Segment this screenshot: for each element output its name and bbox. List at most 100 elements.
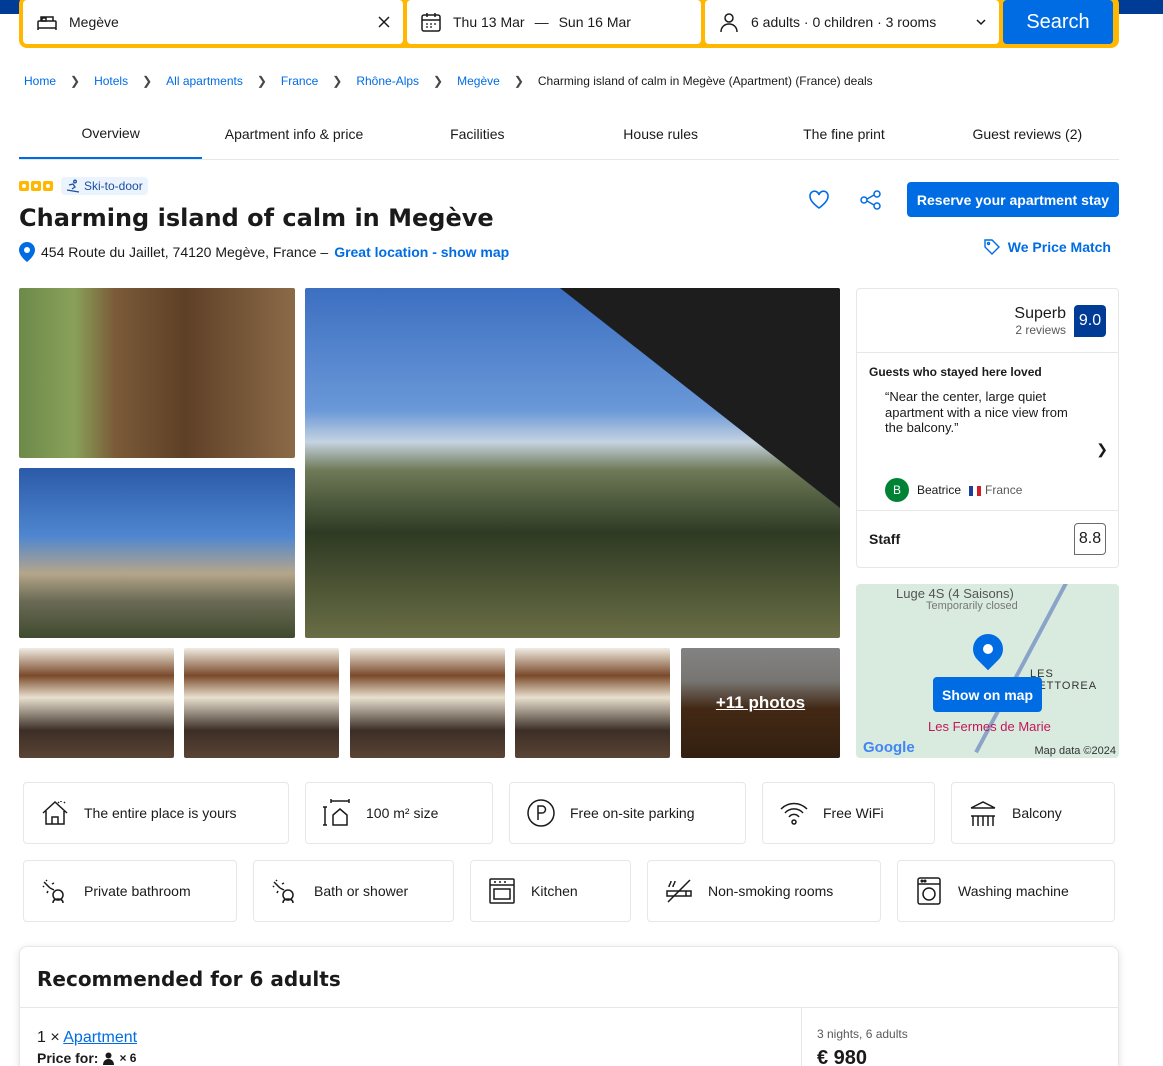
tab-house-rules[interactable]: House rules [569, 108, 752, 159]
heart-icon [809, 189, 829, 209]
facility-label: Non-smoking rooms [708, 883, 834, 899]
ski-badge: Ski-to-door [61, 177, 148, 195]
photo-thumb-living[interactable] [350, 648, 505, 758]
bed-icon [37, 16, 57, 30]
google-logo: Google [863, 739, 915, 756]
photo-thumb-kitchen[interactable]: +11 photos [681, 648, 840, 758]
map-pin-icon [966, 627, 1010, 671]
shower-icon [272, 879, 294, 904]
breadcrumb-rhone-alps[interactable]: Rhône-Alps [356, 74, 419, 88]
photo-view-chalet[interactable] [19, 468, 295, 638]
show-on-map-button[interactable]: Show on map [933, 677, 1042, 712]
tab-apartment-info[interactable]: Apartment info & price [202, 108, 385, 159]
clear-icon[interactable] [377, 15, 391, 29]
map-label-fermes: Les Fermes de Marie [928, 719, 1051, 734]
price-for-label: Price for: [37, 1050, 99, 1066]
share-button[interactable] [855, 184, 887, 216]
facility-bath-shower: Bath or shower [253, 860, 454, 922]
facility-balcony: Balcony [951, 782, 1115, 844]
breadcrumb-hotels[interactable]: Hotels [94, 74, 128, 88]
unit-line: 1 × Apartment [37, 1029, 137, 1047]
location-pin-icon [19, 242, 35, 262]
washing-machine-icon [917, 877, 941, 905]
reserve-button[interactable]: Reserve your apartment stay [907, 182, 1119, 217]
occupancy-count: × 6 [119, 1051, 137, 1065]
facility-non-smoking: Non-smoking rooms [647, 860, 881, 922]
price-match-label: We Price Match [1007, 239, 1111, 255]
date-separator: — [534, 14, 549, 30]
address-line: 454 Route du Jaillet, 74120 Megève, Fran… [19, 242, 509, 262]
person-icon [720, 13, 738, 33]
star-icon [19, 181, 29, 191]
facility-washing-machine: Washing machine [897, 860, 1115, 922]
photo-balcony[interactable] [19, 288, 295, 458]
divider [20, 1007, 1118, 1008]
chevron-right-icon: ❯ [513, 74, 524, 88]
person-icon [103, 1052, 115, 1065]
facility-label: Private bathroom [84, 883, 191, 899]
facility-kitchen: Kitchen [470, 860, 631, 922]
chevron-right-icon: ❯ [70, 74, 81, 88]
shower-icon [42, 879, 64, 904]
chevron-right-icon[interactable]: ❯ [1096, 441, 1108, 458]
facility-label: Balcony [1012, 805, 1062, 821]
checkout-date: Sun 16 Mar [558, 14, 631, 30]
facility-entire-place: The entire place is yours [23, 782, 289, 844]
search-button[interactable]: Search [1003, 0, 1113, 44]
roof-shape [560, 288, 840, 508]
photo-thumb-living[interactable] [184, 648, 339, 758]
occupancy-field[interactable]: 6 adults · 0 children · 3 rooms [705, 0, 999, 44]
star-rating [19, 181, 53, 191]
facility-parking: Free on-site parking [509, 782, 746, 844]
divider [801, 1008, 802, 1066]
address-text: 454 Route du Jaillet, 74120 Megève, Fran… [41, 244, 329, 260]
tab-facilities[interactable]: Facilities [386, 108, 569, 159]
map-label-luge: Luge 4S (4 Saisons) [896, 586, 1014, 601]
property-actions: Reserve your apartment stay [803, 182, 1119, 217]
nights-info: 3 nights, 6 adults [817, 1027, 908, 1041]
tab-fine-print[interactable]: The fine print [752, 108, 935, 159]
size-icon [323, 799, 350, 826]
tab-guest-reviews[interactable]: Guest reviews (2) [936, 108, 1119, 159]
facility-label: 100 m² size [366, 805, 439, 821]
map-label-pettorea: LES PETTOREA [1030, 668, 1098, 692]
facility-wifi: Free WiFi [762, 782, 935, 844]
review-score-header[interactable]: Superb 2 reviews 9.0 [857, 289, 1118, 353]
breadcrumb-megeve[interactable]: Megève [457, 74, 500, 88]
breadcrumb: Home ❯ Hotels ❯ All apartments ❯ France ❯ Rh… [24, 74, 873, 88]
review-highlight: Guests who stayed here loved “Near the c… [857, 353, 1118, 511]
facility-label: Free on-site parking [570, 805, 695, 821]
destination-field[interactable]: Megève [23, 0, 403, 44]
star-icon [43, 181, 53, 191]
more-photos-link[interactable]: +11 photos [681, 648, 840, 758]
apartment-link[interactable]: Apartment [63, 1029, 137, 1046]
total-price: € 980 [817, 1047, 868, 1066]
review-word: Superb [1014, 304, 1066, 322]
facility-label: Kitchen [531, 883, 578, 899]
show-map-link[interactable]: Great location - show map [334, 244, 509, 260]
breadcrumb-home[interactable]: Home [24, 74, 56, 88]
loved-heading: Guests who stayed here loved [869, 365, 1042, 379]
price-match-link[interactable]: We Price Match [984, 239, 1111, 255]
photo-thumb-living[interactable] [19, 648, 174, 758]
breadcrumb-all-apartments[interactable]: All apartments [166, 74, 243, 88]
balcony-icon [970, 801, 996, 826]
destination-value: Megève [69, 14, 119, 30]
map-label-closed: Temporarily closed [926, 600, 1018, 612]
map-preview[interactable]: Luge 4S (4 Saisons) Temporarily closed L… [856, 584, 1119, 758]
dates-field[interactable]: Thu 13 Mar — Sun 16 Mar [407, 0, 701, 44]
facility-label: Washing machine [958, 883, 1069, 899]
price-for-line: Price for: × 6 [37, 1050, 136, 1066]
occupancy-value: 6 adults · 0 children · 3 rooms [751, 14, 937, 30]
breadcrumb-france[interactable]: France [281, 74, 318, 88]
review-count: 2 reviews [1015, 322, 1066, 337]
chevron-right-icon: ❯ [142, 74, 153, 88]
house-icon [42, 800, 68, 825]
facility-size: 100 m² size [305, 782, 493, 844]
reviewer-country: France [969, 483, 1022, 497]
photo-thumb-dining[interactable] [515, 648, 670, 758]
save-button[interactable] [803, 184, 835, 216]
photo-main-view[interactable] [305, 288, 840, 638]
tab-overview[interactable]: Overview [19, 108, 203, 159]
breadcrumb-current: Charming island of calm in Megève (Apart… [537, 74, 873, 88]
